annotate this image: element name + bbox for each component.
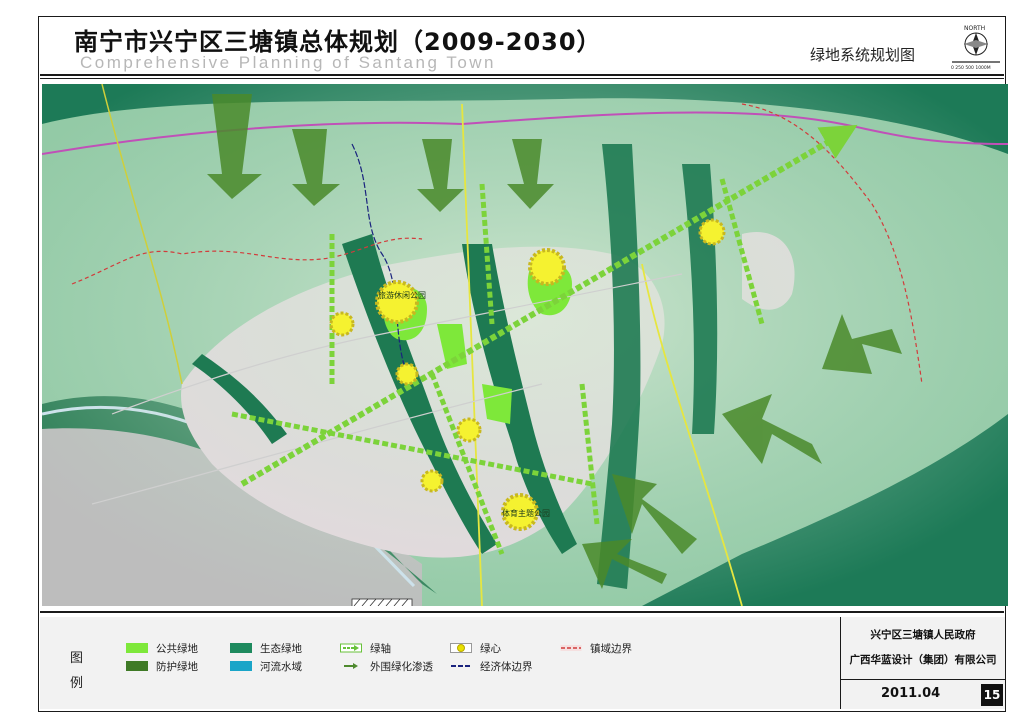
design-company: 广西华蓝设计（集团）有限公司 xyxy=(849,654,997,666)
government-name: 兴宁区三塘镇人民政府 xyxy=(870,629,976,641)
north-arrow-icon: NORTH 0 250 500 1000M xyxy=(951,25,1000,71)
map-canvas: 旅游休闲公园 体育主题公园 xyxy=(42,84,1008,606)
legend-panel: 图 例 公共绿地 防护绿地 生态绿地 河流水域 绿轴 外围绿化渗透 绿心 经济体… xyxy=(40,617,840,709)
peripheral-arrow-icon xyxy=(344,663,358,669)
legend-green-axis: 绿轴 xyxy=(340,641,391,655)
sheet-title: 绿地系统规划图 xyxy=(810,46,916,64)
green-axis-arrow-icon xyxy=(340,643,362,653)
legend-river-water: 河流水域 xyxy=(230,659,302,673)
header: 南宁市兴宁区三塘镇总体规划（2009-2030） Comprehensive P… xyxy=(40,18,1004,74)
green-heart-5 xyxy=(456,417,482,443)
date-row: 2011.04 15 xyxy=(841,679,1005,710)
public-green-swatch xyxy=(126,643,148,653)
header-rule-thin xyxy=(40,78,1004,79)
scale-bar-label: 0 250 500 1000M xyxy=(951,65,991,71)
drawing-date: 2011.04 xyxy=(881,686,941,701)
green-heart-1 xyxy=(528,248,566,286)
green-heart-6 xyxy=(420,469,444,493)
green-heart-2 xyxy=(375,280,419,324)
river-water-swatch xyxy=(230,661,252,671)
page-subtitle-en: Comprehensive Planning of Santang Town xyxy=(80,53,497,72)
legend-protective-green: 防护绿地 xyxy=(126,659,198,673)
legend-town-boundary: 镇域边界 xyxy=(560,641,632,655)
park-label-sports: 体育主题公园 xyxy=(502,508,550,518)
title-block: 兴宁区三塘镇人民政府 广西华蓝设计（集团）有限公司 2011.04 15 xyxy=(840,617,1005,709)
green-heart-icon xyxy=(450,643,472,653)
protective-green-swatch xyxy=(126,661,148,671)
green-heart-4 xyxy=(395,362,419,386)
park-label-leisure: 旅游休闲公园 xyxy=(378,290,426,300)
economic-boundary-line-icon xyxy=(451,665,471,667)
green-heart-3 xyxy=(329,311,355,337)
green-heart-8 xyxy=(698,218,726,246)
legend-public-green: 公共绿地 xyxy=(126,641,198,655)
legend-rule xyxy=(40,611,1004,613)
page-number: 15 xyxy=(981,684,1003,706)
header-rule xyxy=(40,74,1004,76)
legend-title-2: 例 xyxy=(70,676,84,691)
legend-green-heart: 绿心 xyxy=(450,641,501,655)
hatched-area xyxy=(351,598,413,606)
north-label: NORTH xyxy=(964,25,985,32)
legend-title-1: 图 xyxy=(70,651,84,666)
legend-ecological-green: 生态绿地 xyxy=(230,641,302,655)
legend-peripheral-penetration: 外围绿化渗透 xyxy=(340,659,433,673)
ecological-green-swatch xyxy=(230,643,252,653)
town-boundary-line-icon xyxy=(560,645,582,651)
legend-economic-boundary: 经济体边界 xyxy=(450,659,533,673)
page-title: 南宁市兴宁区三塘镇总体规划（2009-2030） xyxy=(74,28,602,56)
